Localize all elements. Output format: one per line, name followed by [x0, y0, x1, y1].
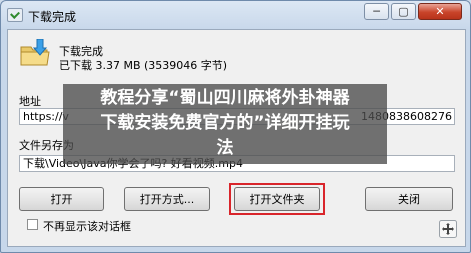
- minimize-button[interactable]: ─: [364, 3, 389, 20]
- dont-show-label: 不再显示该对话框: [43, 220, 131, 233]
- window-title: 下载完成: [28, 10, 77, 24]
- close-window-button[interactable]: ✕: [418, 3, 462, 20]
- address-label: 地址: [19, 95, 41, 108]
- download-folder-icon: [20, 39, 50, 66]
- maximize-button[interactable]: ▢: [391, 3, 416, 20]
- title-bar[interactable]: 下载完成 ─ ▢ ✕: [1, 1, 470, 29]
- resize-grip-icon[interactable]: [439, 220, 457, 238]
- banner-line-1: 教程分享“蜀山四川麻将外卦神器: [100, 88, 350, 108]
- open-folder-button[interactable]: 打开文件夹: [234, 187, 320, 211]
- close-button[interactable]: 关闭: [365, 187, 453, 211]
- banner-line-3: 法: [216, 138, 234, 158]
- download-app-icon: [7, 8, 23, 22]
- overlay-banner: 教程分享“蜀山四川麻将外卦神器 下载安装免费官方的”详细开挂玩 法: [63, 84, 387, 164]
- open-with-button[interactable]: 打开方式...: [124, 187, 210, 211]
- downloaded-size: 已下载 3.37 MB (3539046 字节): [59, 59, 228, 72]
- dont-show-checkbox[interactable]: [27, 219, 38, 230]
- download-complete-dialog: 下载完成 ─ ▢ ✕ 下载完成 已下载 3.37 MB (3539046 字节)…: [0, 0, 471, 253]
- banner-line-2: 下载安装免费官方的”详细开挂玩: [100, 113, 350, 133]
- open-button[interactable]: 打开: [19, 187, 104, 211]
